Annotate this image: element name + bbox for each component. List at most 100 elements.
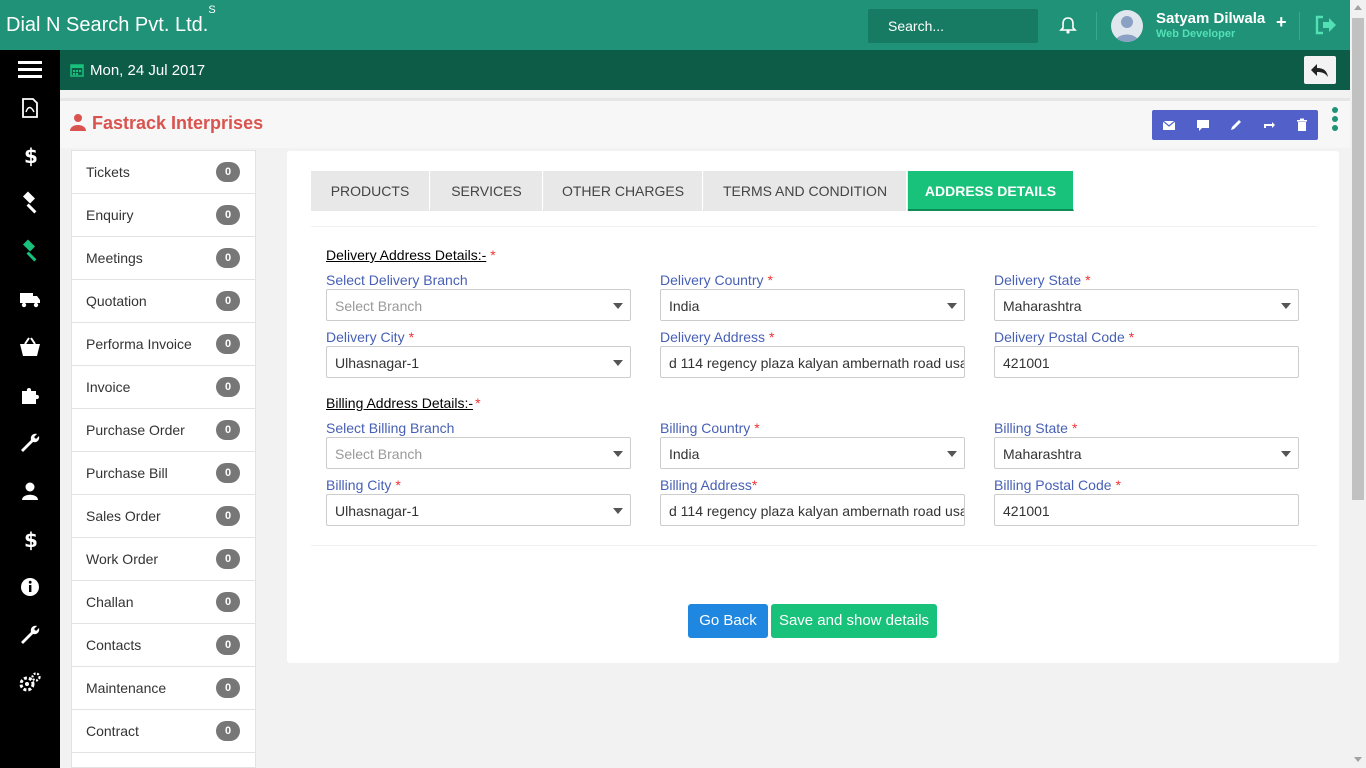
- wrench-icon[interactable]: [18, 623, 42, 647]
- sidebar-item-maintenance[interactable]: Maintenance 0: [72, 667, 255, 710]
- sidebar-item-contacts[interactable]: Contacts 0: [72, 624, 255, 667]
- left-icon-nav: $ $: [0, 90, 60, 768]
- user-icon[interactable]: [18, 479, 42, 503]
- count-badge: 0: [216, 420, 240, 440]
- billing-country-select[interactable]: India: [660, 437, 965, 469]
- module-list: Tickets 0 Enquiry 0 Meetings 0 Quotation 0 Perfo…: [71, 150, 256, 768]
- billing-state-select[interactable]: Maharashtra: [994, 437, 1299, 469]
- sidebar-item-sales-order[interactable]: Sales Order 0: [72, 495, 255, 538]
- delivery-state-select[interactable]: Maharashtra: [994, 289, 1299, 321]
- sidebar-item-quotation[interactable]: Quotation 0: [72, 280, 255, 323]
- main-card: PRODUCTS SERVICES OTHER CHARGES TERMS AN…: [287, 151, 1339, 663]
- truck-icon[interactable]: [18, 287, 42, 311]
- billing-postal-input[interactable]: 421001: [994, 494, 1299, 526]
- sidebar-item-label: Contract: [86, 723, 139, 739]
- divider: [1096, 12, 1097, 40]
- billing-state-label: Billing State *: [994, 420, 1078, 436]
- delivery-country-label: Delivery Country *: [660, 272, 773, 288]
- page-scrollbar[interactable]: [1350, 0, 1366, 768]
- tab-address-details[interactable]: ADDRESS DETAILS: [908, 171, 1074, 211]
- sidebar-item-work-order[interactable]: Work Order 0: [72, 538, 255, 581]
- tab-other-charges[interactable]: OTHER CHARGES: [544, 171, 703, 211]
- delivery-branch-select[interactable]: Select Branch: [326, 289, 631, 321]
- count-badge: 0: [216, 721, 240, 741]
- count-badge: 0: [216, 463, 240, 483]
- chevron-down-icon: [1281, 451, 1291, 457]
- delivery-country-select[interactable]: India: [660, 289, 965, 321]
- plus-icon[interactable]: +: [1276, 12, 1287, 33]
- sidebar-item-tickets[interactable]: Tickets 0: [72, 151, 255, 194]
- delivery-heading: Delivery Address Details:- *: [326, 247, 496, 263]
- delivery-state-label: Delivery State *: [994, 272, 1091, 288]
- refresh-icon[interactable]: [1261, 117, 1277, 133]
- more-options-icon[interactable]: [1332, 107, 1340, 135]
- menu-toggle-button[interactable]: [0, 50, 60, 90]
- trash-icon[interactable]: [1294, 117, 1310, 133]
- sidebar-item-invoice[interactable]: Invoice 0: [72, 366, 255, 409]
- billing-branch-select[interactable]: Select Branch: [326, 437, 631, 469]
- chevron-down-icon: [947, 451, 957, 457]
- dollar-icon[interactable]: $: [18, 527, 42, 552]
- delivery-city-label: Delivery City *: [326, 329, 415, 345]
- count-badge: 0: [216, 205, 240, 225]
- back-arrow-button[interactable]: [1304, 56, 1336, 84]
- action-toolbar: [1152, 110, 1318, 140]
- tab-terms-and-condition[interactable]: TERMS AND CONDITION: [704, 171, 907, 211]
- sidebar-item-purchase-bill[interactable]: Purchase Bill 0: [72, 452, 255, 495]
- save-and-show-details-button[interactable]: Save and show details: [771, 604, 937, 638]
- delivery-address-input[interactable]: d 114 regency plaza kalyan ambernath roa…: [660, 346, 965, 378]
- sidebar-item-enquiry[interactable]: Enquiry 0: [72, 194, 255, 237]
- delivery-address-label: Delivery Address *: [660, 329, 775, 345]
- tab-products[interactable]: PRODUCTS: [311, 171, 430, 211]
- tab-services[interactable]: SERVICES: [431, 171, 543, 211]
- billing-branch-label: Select Billing Branch: [326, 420, 455, 436]
- sidebar-item-label: Quotation: [86, 293, 147, 309]
- mail-icon[interactable]: [1161, 117, 1177, 133]
- date-bar: Mon, 24 Jul 2017: [60, 50, 1350, 90]
- sidebar-item-meetings[interactable]: Meetings 0: [72, 237, 255, 280]
- search-input[interactable]: Search...: [868, 9, 1038, 43]
- scroll-up-icon[interactable]: [1354, 5, 1362, 10]
- billing-city-label: Billing City *: [326, 477, 401, 493]
- svg-text:$: $: [24, 528, 38, 551]
- billing-address-input[interactable]: d 114 regency plaza kalyan ambernath roa…: [660, 494, 965, 526]
- wrench-icon[interactable]: [18, 431, 42, 455]
- billing-city-select[interactable]: Ulhasnagar-1: [326, 494, 631, 526]
- billing-postal-label: Billing Postal Code *: [994, 477, 1121, 493]
- sidebar-item-challan[interactable]: Challan 0: [72, 581, 255, 624]
- count-badge: 0: [216, 635, 240, 655]
- bell-icon[interactable]: [1058, 15, 1078, 35]
- count-badge: 0: [216, 291, 240, 311]
- scrollbar-thumb[interactable]: [1352, 18, 1364, 500]
- sidebar-item-label: Work Order: [86, 551, 159, 567]
- chevron-down-icon: [613, 508, 623, 514]
- brand-title[interactable]: Dial N Search Pvt. Ltd.S: [6, 4, 216, 37]
- delivery-city-select[interactable]: Ulhasnagar-1: [326, 346, 631, 378]
- count-badge: 0: [216, 162, 240, 182]
- billing-heading: Billing Address Details:- *: [326, 395, 481, 411]
- sidebar-item-performa-invoice[interactable]: Performa Invoice 0: [72, 323, 255, 366]
- pdf-icon[interactable]: [18, 96, 42, 120]
- puzzle-icon[interactable]: [18, 383, 42, 407]
- info-icon[interactable]: [18, 575, 42, 599]
- gears-icon[interactable]: [18, 671, 42, 695]
- go-back-button[interactable]: Go Back: [688, 604, 768, 638]
- comment-icon[interactable]: [1195, 117, 1211, 133]
- gavel-active-icon[interactable]: [18, 239, 42, 263]
- sidebar-item-purchase-order[interactable]: Purchase Order 0: [72, 409, 255, 452]
- sidebar-item-contract[interactable]: Contract 0: [72, 710, 255, 753]
- scroll-down-icon[interactable]: [1354, 757, 1362, 762]
- avatar[interactable]: [1111, 10, 1143, 42]
- sidebar-item-label: Enquiry: [86, 207, 134, 223]
- sidebar-item-label: Challan: [86, 594, 134, 610]
- sidebar-item-label: Purchase Bill: [86, 465, 168, 481]
- delivery-postal-label: Delivery Postal Code *: [994, 329, 1135, 345]
- count-badge: 0: [216, 334, 240, 354]
- delivery-postal-input[interactable]: 421001: [994, 346, 1299, 378]
- user-name: Satyam Dilwala: [1156, 10, 1266, 27]
- edit-icon[interactable]: [1228, 117, 1244, 133]
- logout-icon[interactable]: [1314, 14, 1338, 36]
- dollar-icon[interactable]: $: [18, 143, 42, 168]
- gavel-icon[interactable]: [18, 191, 42, 215]
- basket-icon[interactable]: [18, 335, 42, 359]
